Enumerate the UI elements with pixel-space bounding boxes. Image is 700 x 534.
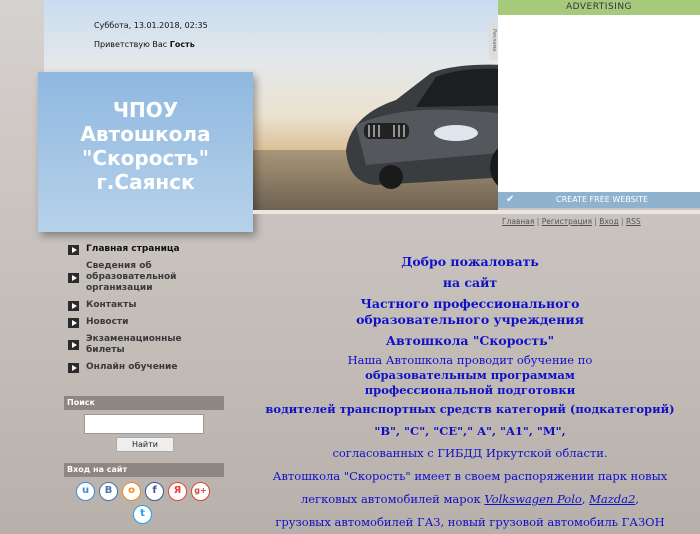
cars-text: легковых автомобилей марок Volkswagen Po… [260, 492, 680, 507]
site-logo[interactable]: ЧПОУ Автошкола "Скорость" г.Саянск [38, 72, 253, 232]
menu-item-online[interactable]: Онлайн обучение [66, 362, 226, 373]
logo-line: г.Саянск [96, 170, 195, 194]
search-input[interactable] [84, 414, 204, 434]
check-icon: ✔ [506, 194, 515, 205]
school-name-heading: Автошкола "Скорость" [385, 333, 555, 348]
arrow-right-icon [68, 300, 79, 311]
intro-text: Наша Автошкола проводит обучение по [347, 353, 593, 367]
greeting-user: Гость [169, 40, 195, 49]
vk-icon[interactable]: В [99, 482, 118, 501]
twitter-icon[interactable]: t [133, 505, 152, 524]
search-block-title: Поиск [64, 396, 224, 410]
menu-item-label: Новости [86, 317, 129, 327]
search-button[interactable]: Найти [116, 437, 174, 452]
categories-intro: водителей транспортных средств категорий… [265, 402, 675, 416]
logo-line: ЧПОУ [112, 98, 179, 122]
advertising-panel: Реклама ADVERTISING ✔ CREATE FREE WEBSIT… [489, 0, 700, 208]
page: Суббота, 13.01.2018, 02:35 Приветствую В… [0, 0, 700, 534]
menu-item-org-info[interactable]: Сведения об образовательной организации [66, 261, 196, 294]
create-website-label: CREATE FREE WEBSITE [556, 195, 649, 204]
menu-item-label: Контакты [86, 300, 137, 310]
menu-item-label: Онлайн обучение [86, 362, 178, 372]
advertising-label: ADVERTISING [498, 0, 700, 15]
car-image [346, 64, 498, 189]
arrow-right-icon [68, 362, 79, 373]
menu-item-home[interactable]: Главная страница [66, 244, 226, 255]
mazda-link[interactable]: Mazda2 [589, 492, 635, 506]
trucks-text: грузовых автомобилей ГАЗ, новый грузовой… [275, 515, 665, 529]
ad-side-label: Реклама [489, 20, 497, 60]
welcome-heading: Добро пожаловать [401, 254, 539, 269]
intro-paragraph: Наша Автошкола проводит обучение по обра… [300, 353, 640, 398]
odnoklassniki-icon[interactable]: о [122, 482, 141, 501]
create-website-link[interactable]: ✔ CREATE FREE WEBSITE [498, 192, 700, 208]
site-menu: Главная страница Сведения об образовател… [66, 244, 226, 379]
main-content: Добро пожаловать на сайт Частного профес… [260, 254, 680, 530]
menu-item-news[interactable]: Новости [66, 317, 226, 328]
categories-list: "B", "C", "CE"," A", "A1", "M", [374, 424, 566, 438]
yandex-icon[interactable]: Я [168, 482, 187, 501]
arrow-right-icon [68, 317, 79, 328]
login-block-title: Вход на сайт [64, 463, 224, 477]
logo-text: ЧПОУ Автошкола "Скорость" г.Саянск [38, 98, 253, 194]
greeting-prefix: Приветствую Вас [94, 40, 168, 49]
google-plus-icon[interactable]: g+ [191, 482, 210, 501]
to-site-heading: на сайт [442, 275, 498, 290]
cars-end: , [635, 492, 640, 506]
link-login[interactable]: Вход [599, 217, 618, 226]
volkswagen-link[interactable]: Volkswagen Polo [484, 492, 581, 506]
gibdd-note: согласованных с ГИБДД Иркутской области. [332, 446, 608, 460]
facebook-icon[interactable]: f [145, 482, 164, 501]
menu-item-label: Экзаменационные билеты [86, 334, 182, 355]
intro-bold: образовательным программам профессиональ… [364, 368, 576, 397]
link-home[interactable]: Главная [502, 217, 534, 226]
logo-line: Автошкола [80, 122, 211, 146]
arrow-right-icon [68, 244, 79, 255]
org-type-heading: Частного профессионального образовательн… [356, 296, 584, 327]
cars-separator: , [581, 492, 586, 506]
ucoz-icon[interactable]: u [76, 482, 95, 501]
date-time: Суббота, 13.01.2018, 02:35 [94, 21, 208, 30]
link-register[interactable]: Регистрация [542, 217, 592, 226]
menu-item-exam-tickets[interactable]: Экзаменационные билеты [66, 334, 196, 356]
logo-line: "Скорость" [82, 146, 209, 170]
cars-text-prefix: легковых автомобилей марок [300, 492, 481, 506]
fleet-text: Автошкола "Скорость" имеет в своем распо… [272, 469, 668, 483]
arrow-right-icon [68, 340, 79, 350]
menu-item-contacts[interactable]: Контакты [66, 300, 226, 311]
menu-item-label: Сведения об образовательной организации [86, 261, 177, 293]
menu-item-label: Главная страница [86, 244, 180, 254]
header-divider [253, 210, 700, 214]
arrow-right-icon [68, 272, 79, 283]
greeting: Приветствую Вас Гость [94, 40, 195, 49]
top-links: Главная | Регистрация | Вход | RSS [502, 217, 641, 226]
link-rss[interactable]: RSS [626, 217, 641, 226]
